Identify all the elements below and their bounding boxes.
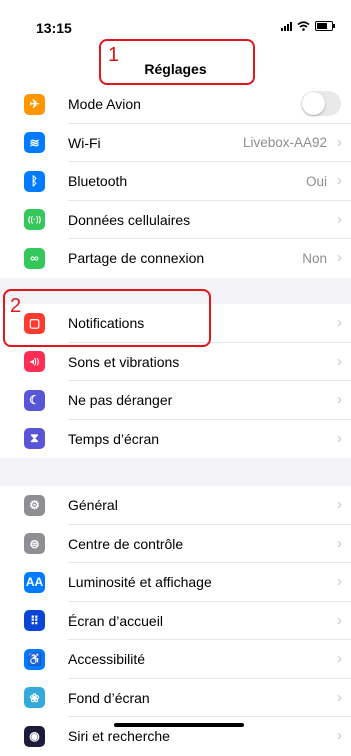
settings-group: ✈ Mode Avion ≋ Wi-Fi Livebox-AA92 › ᛒ Bluetooth… bbox=[0, 85, 351, 278]
settings-row-label: Luminosité et affichage bbox=[68, 574, 212, 591]
settings-row-value: Oui bbox=[305, 173, 327, 189]
settings-row-moon[interactable]: ☾ Ne pas déranger › bbox=[0, 381, 351, 420]
antenna-icon: ((·)) bbox=[24, 209, 45, 231]
annotation-number-2: 2 bbox=[10, 295, 22, 317]
settings-row-label: Sons et vibrations bbox=[68, 353, 180, 370]
settings-row-home-grid[interactable]: ⠿ Écran d’accueil › bbox=[0, 602, 351, 640]
settings-row-hourglass[interactable]: ⧗ Temps d’écran › bbox=[0, 420, 351, 459]
settings-row-label: Siri et recherche bbox=[68, 728, 170, 745]
settings-row-toggles[interactable]: ⊜ Centre de contrôle › bbox=[0, 525, 351, 563]
settings-row-label: Centre de contrôle bbox=[68, 535, 184, 552]
chevron-right-icon: › bbox=[337, 352, 342, 370]
status-icons bbox=[281, 21, 335, 31]
status-time: 13:15 bbox=[36, 20, 72, 36]
chevron-right-icon: › bbox=[337, 688, 342, 706]
chevron-right-icon: › bbox=[337, 429, 342, 447]
settings-row-label: Fond d’écran bbox=[68, 689, 150, 706]
settings-row-label: Accessibilité bbox=[68, 651, 146, 668]
siri-icon: ◉ bbox=[24, 725, 45, 747]
settings-group: ⚙ Général › ⊜ Centre de contrôle › AA Luminosit… bbox=[0, 486, 351, 756]
annotation-box-notifications bbox=[3, 289, 211, 347]
signal-icon bbox=[281, 21, 292, 31]
chevron-right-icon: › bbox=[337, 210, 342, 228]
settings-row-label: Bluetooth bbox=[68, 173, 128, 190]
settings-row-airplane[interactable]: ✈ Mode Avion bbox=[0, 85, 351, 124]
settings-row-link[interactable]: ∞ Partage de connexion Non › bbox=[0, 239, 351, 278]
chevron-right-icon: › bbox=[337, 534, 342, 552]
settings-row-label: Mode Avion bbox=[68, 96, 141, 113]
settings-row-speaker[interactable]: ◂)) Sons et vibrations › bbox=[0, 343, 351, 381]
wifi-icon: ≋ bbox=[24, 132, 45, 154]
settings-row-value: Livebox-AA92 bbox=[242, 135, 327, 151]
chevron-right-icon: › bbox=[337, 496, 342, 513]
settings-row-label: Données cellulaires bbox=[68, 211, 191, 228]
settings-row-value: Non bbox=[302, 250, 327, 266]
toggle-knob bbox=[302, 92, 325, 115]
chevron-right-icon: › bbox=[337, 172, 342, 189]
airplane-mode-toggle[interactable] bbox=[301, 91, 341, 116]
status-bar: 13:15 bbox=[0, 0, 351, 44]
link-icon: ∞ bbox=[24, 247, 45, 269]
airplane-icon: ✈ bbox=[24, 93, 45, 115]
toggles-icon: ⊜ bbox=[24, 533, 45, 555]
settings-row-label: Wi-Fi bbox=[68, 134, 101, 151]
annotation-number-1: 1 bbox=[108, 44, 120, 66]
moon-icon: ☾ bbox=[24, 389, 45, 411]
accessibility-icon: ♿ bbox=[24, 648, 45, 670]
settings-row-text-size[interactable]: AA Luminosité et affichage › bbox=[0, 563, 351, 602]
settings-row-accessibility[interactable]: ♿ Accessibilité › bbox=[0, 640, 351, 679]
settings-row-gear[interactable]: ⚙ Général › bbox=[0, 486, 351, 525]
chevron-right-icon: › bbox=[337, 391, 342, 408]
wallpaper-icon: ❀ bbox=[24, 687, 45, 709]
chevron-right-icon: › bbox=[337, 611, 342, 629]
settings-row-wallpaper[interactable]: ❀ Fond d’écran › bbox=[0, 679, 351, 717]
chevron-right-icon: › bbox=[337, 249, 342, 266]
settings-row-label: Écran d’accueil bbox=[68, 612, 163, 629]
annotation-box-title bbox=[99, 39, 255, 85]
home-grid-icon: ⠿ bbox=[24, 610, 45, 632]
settings-row-label: Partage de connexion bbox=[68, 250, 205, 267]
settings-row-label: Temps d’écran bbox=[68, 430, 160, 447]
chevron-right-icon: › bbox=[337, 650, 342, 667]
text-size-icon: AA bbox=[24, 571, 45, 593]
bluetooth-icon: ᛒ bbox=[24, 170, 45, 192]
chevron-right-icon: › bbox=[337, 133, 342, 151]
battery-icon bbox=[315, 21, 335, 31]
settings-row-label: Général bbox=[68, 497, 118, 514]
gear-icon: ⚙ bbox=[24, 494, 45, 516]
hourglass-icon: ⧗ bbox=[24, 428, 45, 450]
speaker-icon: ◂)) bbox=[24, 351, 45, 373]
settings-row-bluetooth[interactable]: ᛒ Bluetooth Oui › bbox=[0, 162, 351, 201]
chevron-right-icon: › bbox=[337, 314, 342, 331]
home-indicator[interactable] bbox=[114, 723, 244, 727]
chevron-right-icon: › bbox=[337, 573, 342, 590]
settings-row-wifi[interactable]: ≋ Wi-Fi Livebox-AA92 › bbox=[0, 124, 351, 162]
wifi-status-icon bbox=[297, 21, 310, 31]
settings-row-label: Ne pas déranger bbox=[68, 392, 173, 409]
settings-row-antenna[interactable]: ((·)) Données cellulaires › bbox=[0, 201, 351, 239]
